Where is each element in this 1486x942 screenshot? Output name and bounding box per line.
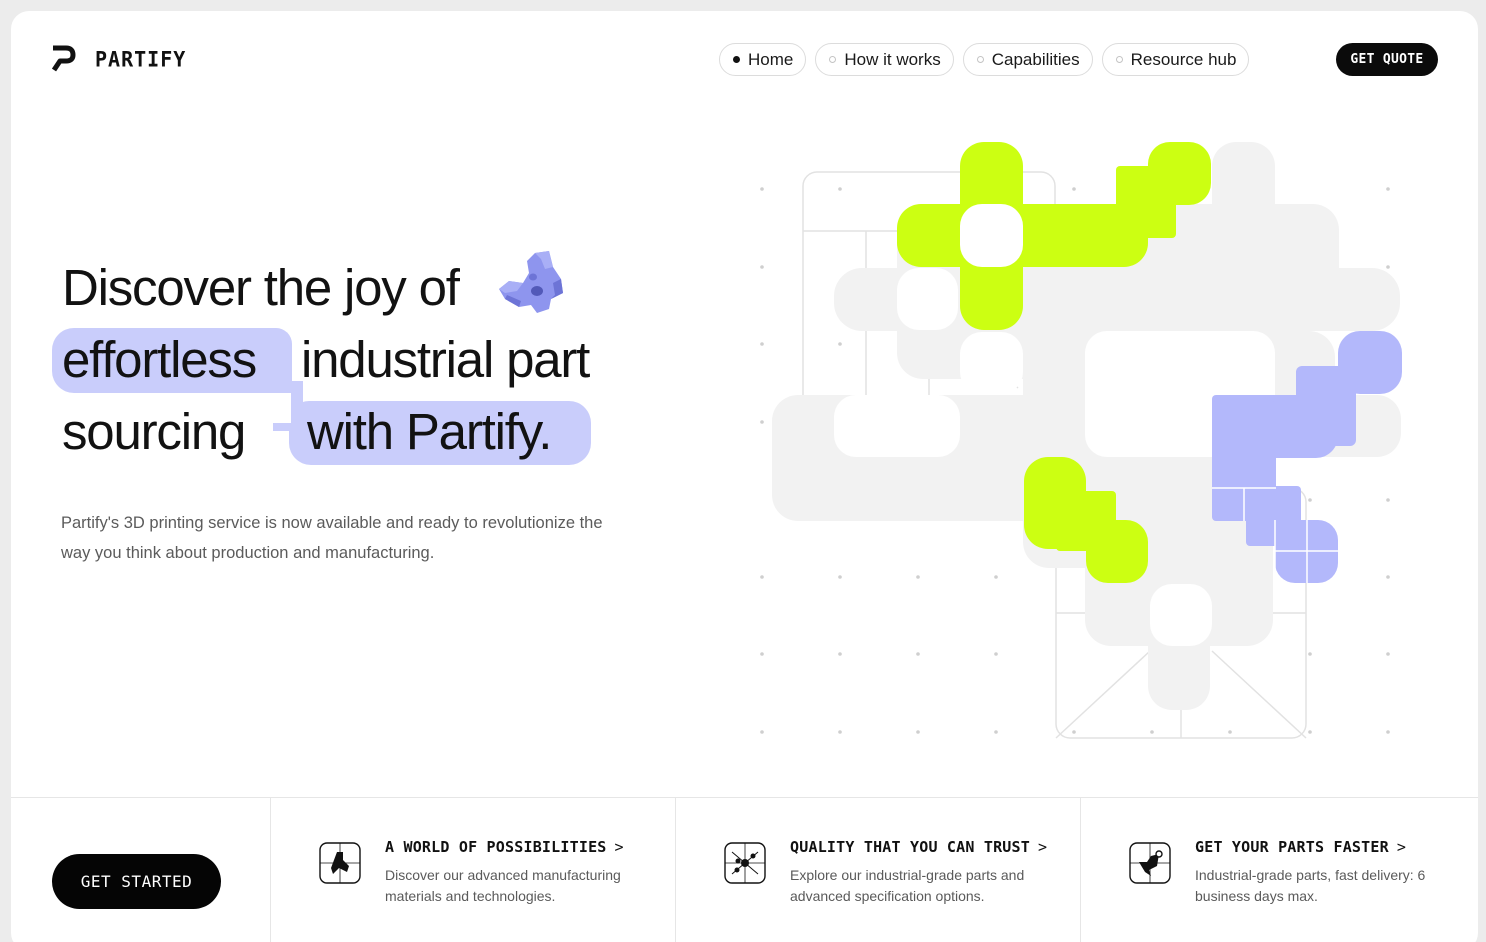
chevron-right-icon: > <box>1396 838 1407 856</box>
nav-item-resource-hub[interactable]: Resource hub <box>1101 43 1250 76</box>
nav-item-label: Capabilities <box>991 49 1080 69</box>
feature-cell: GET YOUR PARTS FASTER > Industrial-grade … <box>1081 798 1478 942</box>
highlight-mask <box>261 393 291 423</box>
network-nodes-icon <box>319 842 361 884</box>
quality-nodes-icon <box>724 842 766 884</box>
feature-description: Industrial-grade parts, fast delivery: 6… <box>1195 867 1426 904</box>
chevron-right-icon: > <box>614 838 624 856</box>
hero-highlight-phrase: with Partify. <box>307 403 552 460</box>
3d-printed-part-icon <box>499 251 563 313</box>
inactive-dot-icon <box>1115 56 1123 63</box>
hero-line-2: industrial part <box>301 331 590 388</box>
nav-item-capabilities[interactable]: Capabilities <box>962 43 1093 76</box>
main-nav: Home How it works Capabilities Resource … <box>719 43 1250 76</box>
partify-logo-icon <box>51 45 76 72</box>
nav-item-label: Resource hub <box>1130 49 1237 69</box>
get-started-button[interactable]: GET STARTED <box>52 854 221 909</box>
hero-line-1: Discover the joy of <box>62 259 460 316</box>
hero-line-3: sourcing <box>62 403 246 460</box>
get-quote-button[interactable]: GET QUOTE <box>1336 43 1438 76</box>
chevron-right-icon: > <box>1038 838 1048 856</box>
feature-title: A WORLD OF POSSIBILITIES > <box>385 838 624 856</box>
feature-cell: A WORLD OF POSSIBILITIES > Discover our a… <box>271 798 676 942</box>
inactive-dot-icon <box>976 56 984 63</box>
feature-title-text: A WORLD OF POSSIBILITIES <box>385 838 607 856</box>
feature-description: Discover our advanced manufacturing mate… <box>385 867 621 904</box>
hero-parts-graphic <box>760 142 1402 739</box>
feature-title: GET YOUR PARTS FASTER > <box>1195 838 1406 856</box>
nav-item-label: How it works <box>844 49 941 69</box>
cta-cell: GET STARTED <box>11 798 271 942</box>
brand-name: PARTIFY <box>95 46 187 72</box>
nav-item-home[interactable]: Home <box>719 43 807 76</box>
feature-cell: QUALITY THAT YOU CAN TRUST > Explore our … <box>676 798 1081 942</box>
feature-title-text: GET YOUR PARTS FASTER <box>1195 838 1389 856</box>
hero-subtitle: Partify's 3D printing service is now ava… <box>61 514 603 562</box>
page-card: PARTIFY Home How it works Capabilities R… <box>11 11 1478 942</box>
inactive-dot-icon <box>829 56 837 63</box>
fast-delivery-nodes-icon <box>1129 842 1171 884</box>
nav-item-label: Home <box>748 49 794 69</box>
feature-title: QUALITY THAT YOU CAN TRUST > <box>790 838 1047 856</box>
brand-logo[interactable]: PARTIFY <box>51 45 186 73</box>
nav-item-how-it-works[interactable]: How it works <box>815 43 954 76</box>
hero-highlight-word: effortless <box>62 331 257 388</box>
feature-title-text: QUALITY THAT YOU CAN TRUST <box>790 838 1030 856</box>
active-dot-icon <box>733 56 740 63</box>
feature-description: Explore our industrial-grade parts and a… <box>790 867 1025 904</box>
features-strip: GET STARTED A WORLD OF POSSIBILITIES > Di… <box>11 797 1478 942</box>
